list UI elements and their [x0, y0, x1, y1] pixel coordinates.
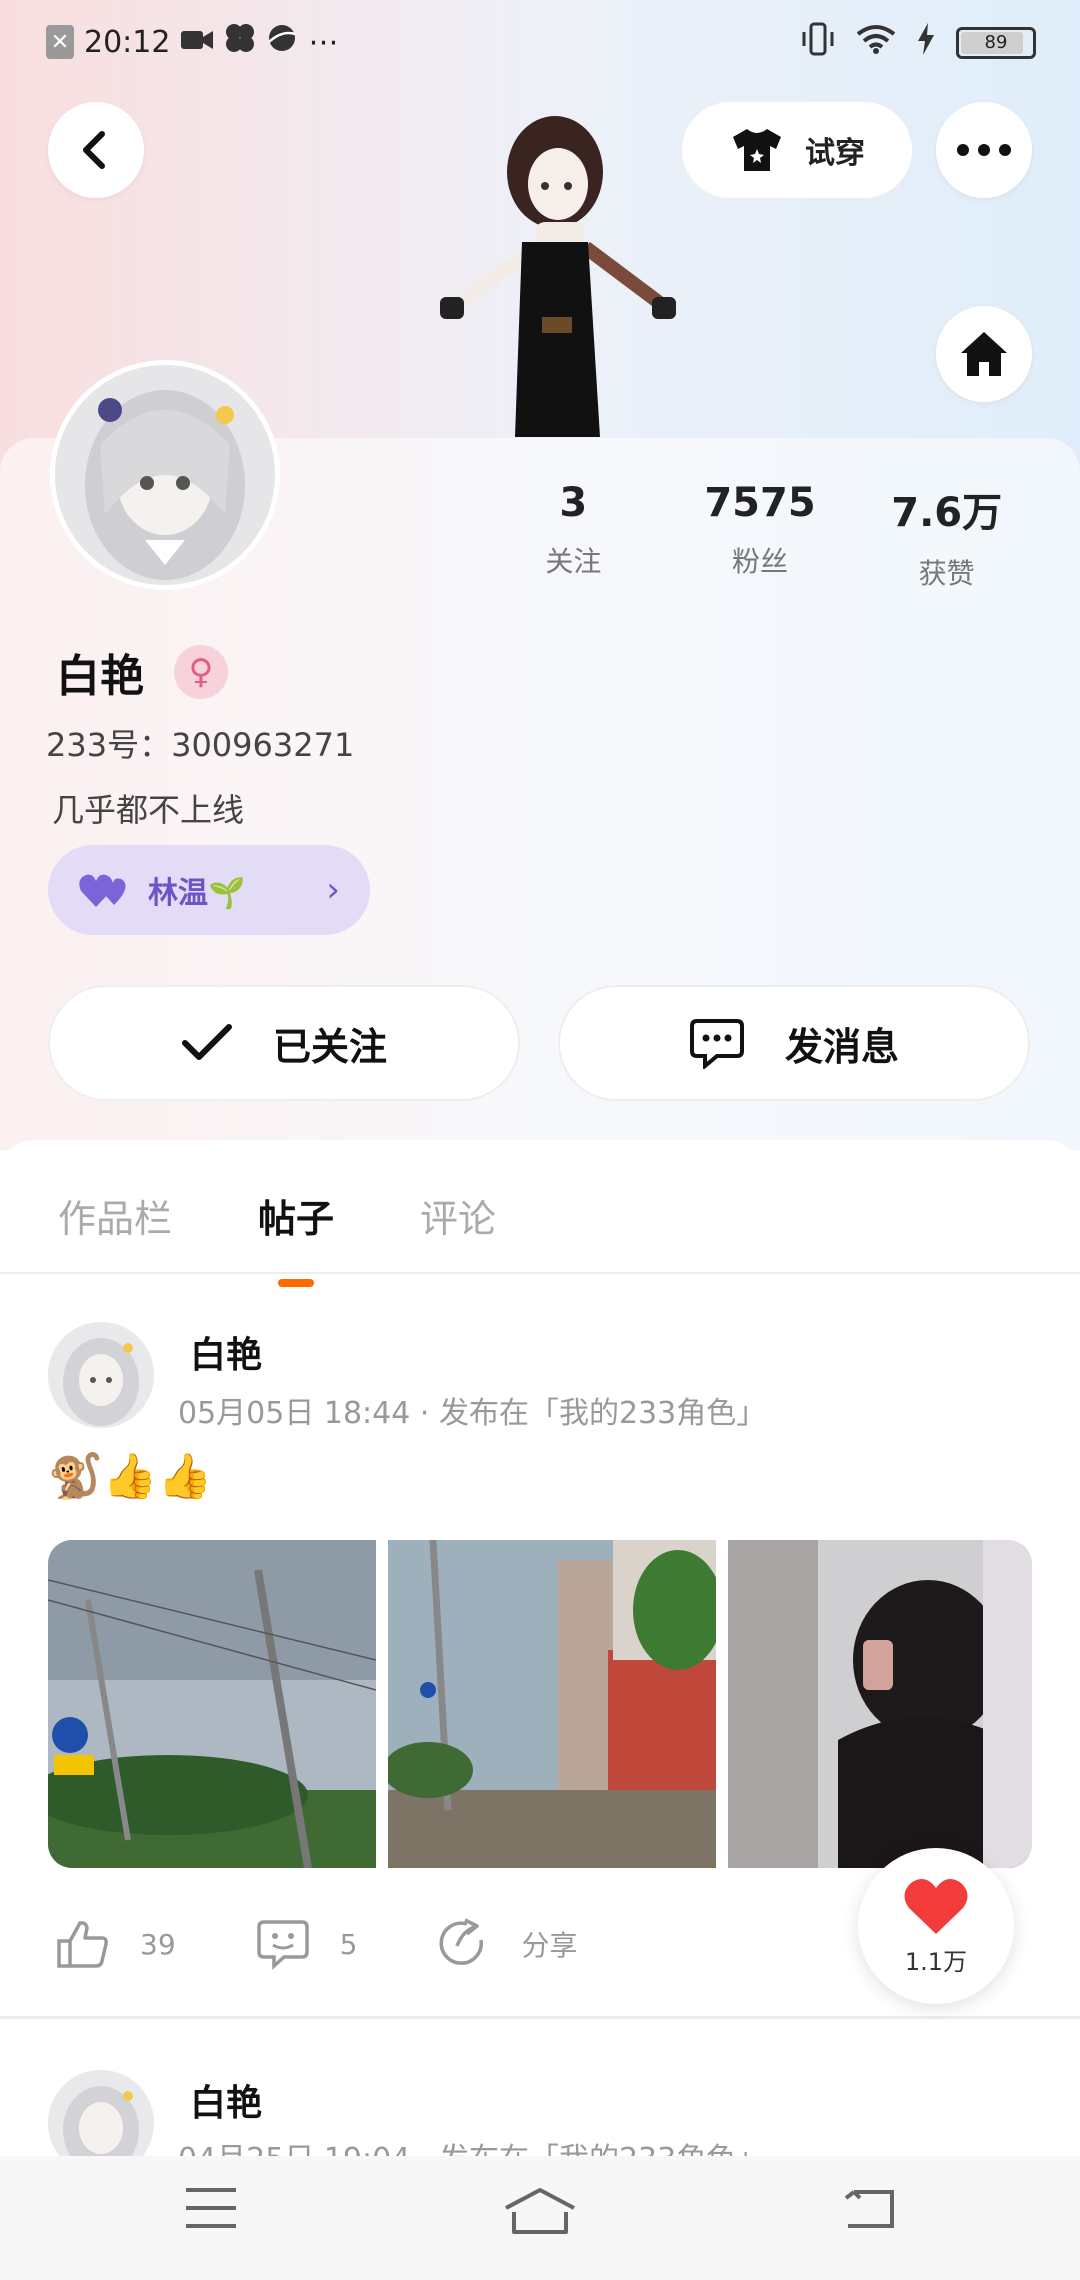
chevron-right-icon: › — [326, 870, 340, 910]
thumbs-up-icon — [57, 1921, 108, 1968]
likes-label: 获赞 — [918, 557, 975, 590]
following-count: 3 — [559, 480, 588, 526]
return-icon — [844, 2190, 894, 2228]
planet-icon — [266, 22, 298, 62]
tab-posts[interactable]: 帖子 — [258, 1188, 334, 1287]
back-arrow-icon — [83, 131, 105, 169]
stat-following[interactable]: 3 关注 — [480, 480, 667, 592]
post-image-power-lines[interactable] — [48, 1540, 376, 1868]
more-notifications-icon: ⋯ — [308, 24, 339, 60]
try-on-label: 试穿 — [805, 136, 865, 171]
profile-avatar[interactable] — [50, 360, 280, 590]
tab-comments[interactable]: 评论 — [420, 1188, 496, 1243]
status-time: 20:12 — [84, 24, 171, 60]
post-meta: 04月25日 19:04 · 发布在「我的233角色」 — [178, 2134, 766, 2156]
status-left: ✕ 20:12 ⋯ — [46, 22, 338, 62]
like-count: 39 — [140, 1927, 176, 1961]
name-row: 白艳 ♀ — [56, 640, 228, 704]
avatar-3d-character[interactable] — [420, 112, 690, 437]
comment-face-icon — [256, 1920, 309, 1970]
stat-fans[interactable]: 7575 粉丝 — [667, 480, 854, 592]
post-text: 🐒👍👍 — [48, 1451, 213, 1502]
fans-label: 粉丝 — [732, 545, 789, 578]
red-heart-icon — [904, 1878, 968, 1934]
send-message-label: 发消息 — [784, 1024, 899, 1069]
status-right: 89 — [800, 22, 1036, 63]
send-message-button[interactable]: 发消息 — [558, 985, 1030, 1101]
home-icon — [961, 332, 1007, 376]
system-navigation-bar — [0, 2156, 1080, 2280]
post-author-name[interactable]: 白艳 — [190, 2074, 262, 2126]
home-button[interactable] — [936, 306, 1032, 402]
followed-button[interactable]: 已关注 — [48, 985, 520, 1101]
following-label: 关注 — [545, 545, 602, 578]
post-author-name[interactable]: 白艳 — [190, 1326, 262, 1378]
profile-stats: 3 关注 7575 粉丝 7.6万 获赞 — [480, 480, 1040, 592]
status-bar: ✕ 20:12 ⋯ 89 — [0, 0, 1080, 86]
share-icon — [439, 1918, 484, 1965]
message-bubble-icon — [689, 1019, 744, 1069]
more-dots-icon — [957, 144, 1011, 156]
notification-x-icon: ✕ — [46, 25, 74, 59]
check-icon — [181, 1024, 232, 1060]
floating-like-button[interactable]: 1.1万 — [858, 1848, 1014, 2004]
post-image-street[interactable] — [388, 1540, 716, 1868]
post-actions: 39 5 分享 — [56, 1918, 577, 1970]
try-on-button[interactable]: 试穿 — [682, 102, 912, 198]
share-label: 分享 — [521, 1929, 578, 1962]
pinwheel-icon — [224, 22, 256, 62]
back-nav-button[interactable] — [840, 2186, 896, 2234]
home-outline-icon — [505, 2188, 575, 2234]
post-divider — [0, 2016, 1080, 2019]
profile-id: 233号：300963271 — [46, 726, 355, 764]
more-options-button[interactable] — [936, 102, 1032, 198]
menu-icon — [186, 2188, 236, 2228]
video-camera-icon — [180, 25, 214, 60]
double-heart-icon — [79, 874, 126, 907]
tshirt-icon — [733, 129, 781, 171]
relationship-tag-label: 林温🌱 — [148, 876, 246, 911]
post-image-person[interactable] — [728, 1540, 1032, 1868]
content-panel: 作品栏 帖子 评论 白艳 05月05日 18:44 · 发布在「我的233角色」… — [0, 1140, 1080, 2156]
like-button[interactable]: 39 — [56, 1919, 176, 1969]
anime-avatar-image — [48, 2070, 154, 2156]
post-image-grid — [48, 1540, 1032, 1868]
content-tabs: 作品栏 帖子 评论 — [58, 1188, 496, 1287]
back-button[interactable] — [48, 102, 144, 198]
home-nav-button[interactable] — [502, 2186, 578, 2240]
post-meta: 05月05日 18:44 · 发布在「我的233角色」 — [178, 1396, 767, 1431]
profile-bio: 几乎都不上线 — [52, 791, 245, 829]
comment-button[interactable]: 5 — [256, 1918, 358, 1970]
vibrate-icon — [800, 22, 836, 63]
tab-works[interactable]: 作品栏 — [58, 1188, 172, 1243]
post-author-avatar[interactable] — [48, 1322, 154, 1428]
floating-like-count: 1.1万 — [904, 1947, 968, 1976]
anime-avatar-image — [55, 365, 275, 585]
tab-divider — [0, 1272, 1080, 1274]
fans-count: 7575 — [704, 480, 816, 526]
followed-label: 已关注 — [272, 1024, 387, 1069]
battery-icon: 89 — [956, 26, 1036, 59]
comment-count: 5 — [339, 1927, 358, 1961]
profile-name: 白艳 — [56, 651, 144, 702]
stat-likes[interactable]: 7.6万 获赞 — [853, 480, 1040, 592]
relationship-tag[interactable]: 林温🌱 › — [48, 845, 370, 935]
likes-count: 7.6万 — [891, 490, 1003, 536]
wifi-icon — [856, 24, 896, 61]
menu-nav-button[interactable] — [184, 2186, 238, 2234]
battery-level-text: 89 — [984, 32, 1008, 53]
female-gender-icon: ♀ — [174, 645, 228, 699]
post-author-avatar[interactable] — [48, 2070, 154, 2156]
anime-avatar-image — [48, 1322, 154, 1428]
charging-icon — [916, 23, 936, 62]
share-button[interactable]: 分享 — [437, 1918, 577, 1970]
